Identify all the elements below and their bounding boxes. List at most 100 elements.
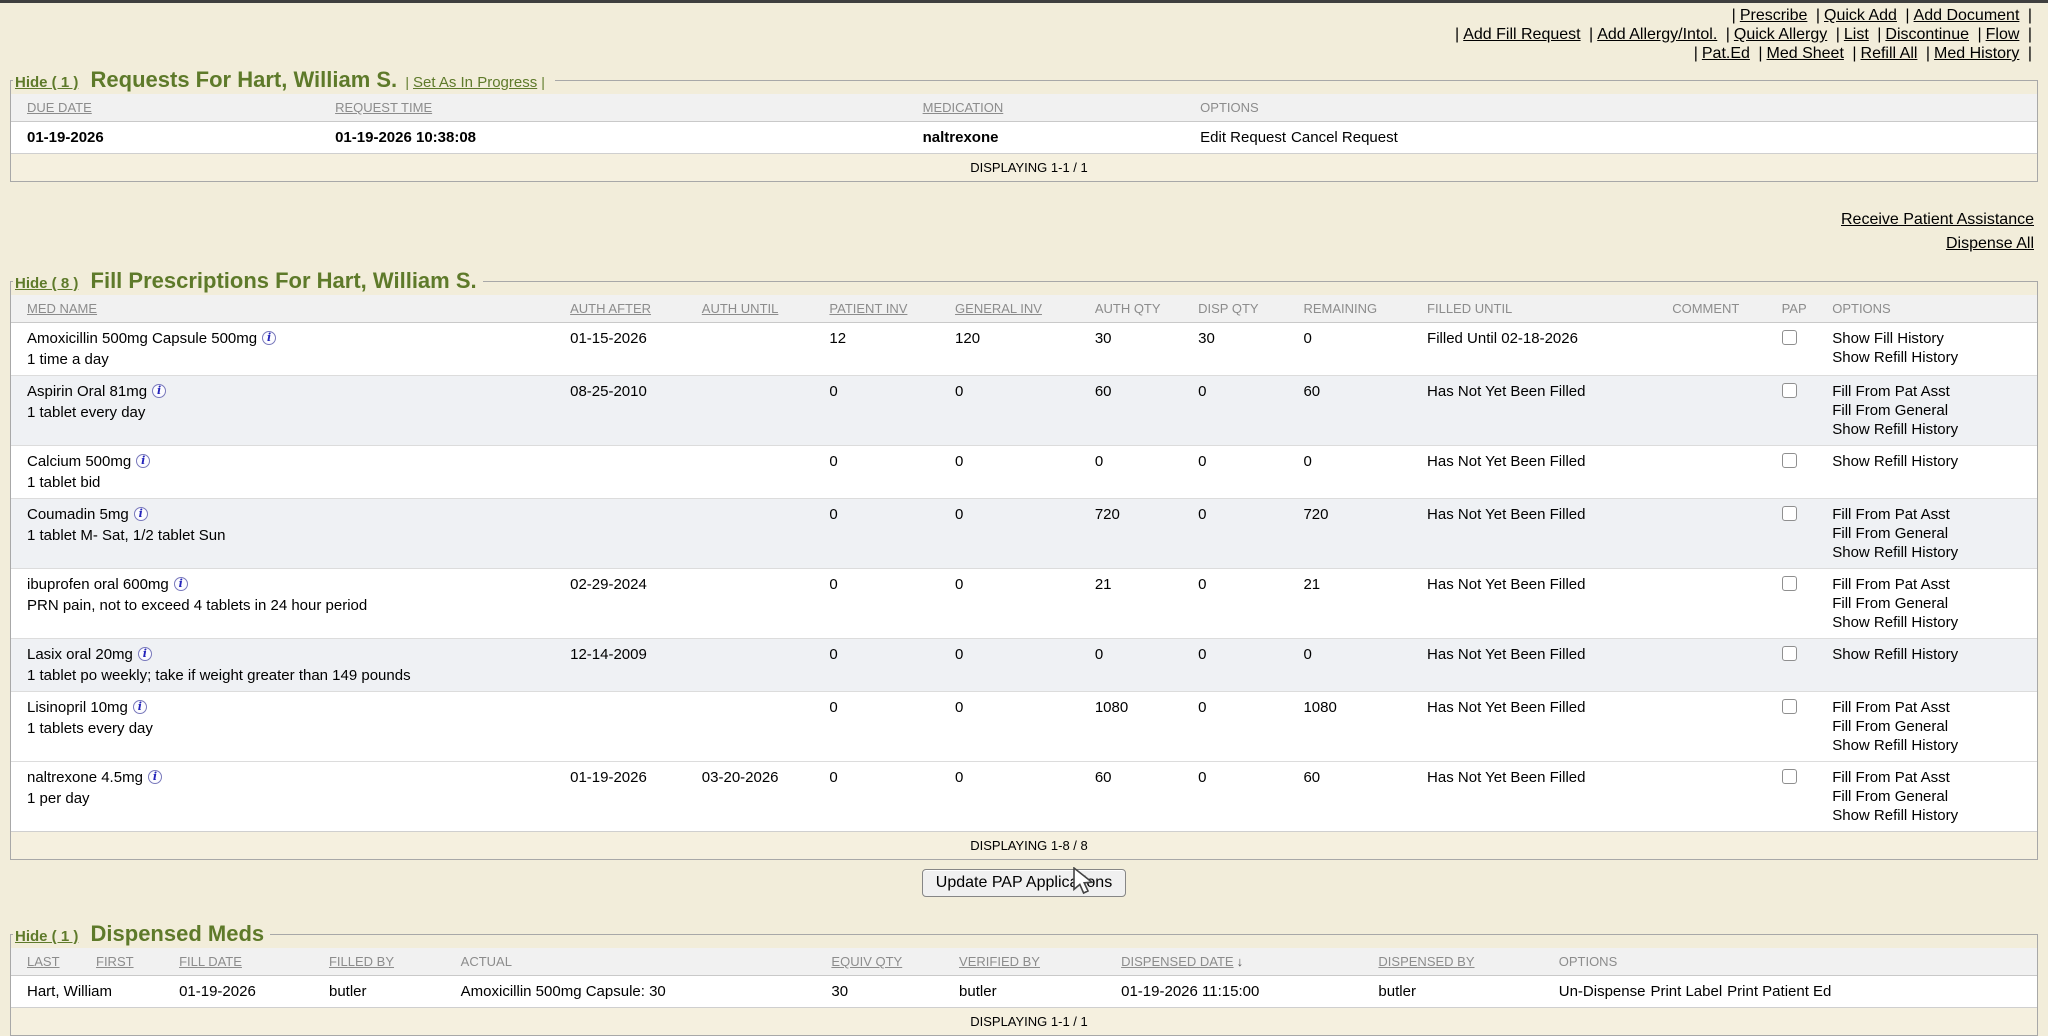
nav-link-med-history[interactable]: Med History (1934, 45, 2019, 62)
dispensed-hide-link[interactable]: Hide ( 1 ) (15, 928, 78, 945)
edit-request-link[interactable]: Edit Request (1200, 129, 1286, 146)
patient-inv: 0 (823, 569, 949, 639)
nav-link-med-sheet[interactable]: Med Sheet (1767, 45, 1844, 62)
un-dispense-link[interactable]: Un-Dispense (1559, 983, 1646, 1000)
info-icon[interactable]: i (148, 770, 162, 784)
options-cell: Fill From Pat Asst Fill From General Sho… (1826, 692, 2037, 762)
print-label-link[interactable]: Print Label (1650, 983, 1722, 1000)
fill-from-general-link[interactable]: Fill From General (1832, 525, 1948, 542)
col-header-auth-after[interactable]: AUTH AFTER (564, 295, 696, 323)
nav-link-quick-allergy[interactable]: Quick Allergy (1734, 26, 1827, 43)
col-header-general-inv[interactable]: GENERAL INV (949, 295, 1089, 323)
med-name: Coumadin 5mg (27, 506, 129, 523)
show-fill-history-link[interactable]: Show Fill History (1832, 330, 1944, 347)
mouse-cursor (1072, 867, 1098, 895)
info-icon[interactable]: i (262, 331, 276, 345)
fill-row-lasix: Lasix oral 20mgi 1 tablet po weekly; tak… (11, 639, 2037, 692)
fill-from-general-link[interactable]: Fill From General (1832, 718, 1948, 735)
cancel-request-link[interactable]: Cancel Request (1291, 129, 1398, 146)
patient-inv: 0 (823, 446, 949, 499)
pap-checkbox[interactable] (1782, 769, 1797, 784)
pap-checkbox[interactable] (1782, 453, 1797, 468)
nav-link-add-document[interactable]: Add Document (1914, 7, 2020, 24)
nav-link-discontinue[interactable]: Discontinue (1885, 26, 1969, 43)
info-icon[interactable]: i (174, 577, 188, 591)
pap-checkbox[interactable] (1782, 646, 1797, 661)
fill-from-pat-asst-link[interactable]: Fill From Pat Asst (1832, 576, 1950, 593)
nav-link-list[interactable]: List (1844, 26, 1869, 43)
nav-link-add-fill-request[interactable]: Add Fill Request (1463, 26, 1580, 43)
col-header-last[interactable]: LAST (11, 948, 90, 976)
show-refill-history-link[interactable]: Show Refill History (1832, 349, 1958, 366)
fill-from-pat-asst-link[interactable]: Fill From Pat Asst (1832, 383, 1950, 400)
fills-hide-link[interactable]: Hide ( 8 ) (15, 275, 78, 292)
col-header-dispensed-by[interactable]: DISPENSED BY (1372, 948, 1552, 976)
fills-section-title: Fill Prescriptions For Hart, William S. (91, 268, 477, 293)
fill-from-pat-asst-link[interactable]: Fill From Pat Asst (1832, 699, 1950, 716)
col-header-med-name[interactable]: MED NAME (11, 295, 564, 323)
info-icon[interactable]: i (134, 507, 148, 521)
nav-link-refill-all[interactable]: Refill All (1861, 45, 1918, 62)
fill-from-general-link[interactable]: Fill From General (1832, 788, 1948, 805)
col-header-filled-by[interactable]: FILLED BY (323, 948, 455, 976)
fill-from-pat-asst-link[interactable]: Fill From Pat Asst (1832, 769, 1950, 786)
show-refill-history-link[interactable]: Show Refill History (1832, 453, 1958, 470)
pap-checkbox[interactable] (1782, 576, 1797, 591)
col-header-fill-date[interactable]: FILL DATE (173, 948, 323, 976)
dispense-all-link[interactable]: Dispense All (14, 232, 2034, 256)
pap-checkbox[interactable] (1782, 383, 1797, 398)
set-as-in-progress-link[interactable]: Set As In Progress (413, 74, 537, 91)
fill-from-general-link[interactable]: Fill From General (1832, 402, 1948, 419)
col-header-auth-until[interactable]: AUTH UNTIL (696, 295, 824, 323)
nav-link-add-allergy-intol[interactable]: Add Allergy/Intol. (1597, 26, 1717, 43)
info-icon[interactable]: i (138, 647, 152, 661)
col-header-dispensed-date[interactable]: DISPENSED DATE↓ (1115, 948, 1372, 976)
auth-qty: 30 (1089, 323, 1192, 376)
options-cell: Fill From Pat Asst Fill From General Sho… (1826, 499, 2037, 569)
col-header-first[interactable]: FIRST (90, 948, 173, 976)
auth-until (696, 446, 824, 499)
col-header-patient-inv[interactable]: PATIENT INV (823, 295, 949, 323)
general-inv: 0 (949, 569, 1089, 639)
col-header-medication[interactable]: MEDICATION (917, 94, 1195, 122)
col-header-request-time[interactable]: REQUEST TIME (329, 94, 917, 122)
remaining: 720 (1297, 499, 1421, 569)
pipe-separator: | (1726, 26, 1730, 43)
nav-link-prescribe[interactable]: Prescribe (1740, 7, 1808, 24)
show-refill-history-link[interactable]: Show Refill History (1832, 614, 1958, 631)
info-icon[interactable]: i (136, 454, 150, 468)
col-header-verified-by[interactable]: VERIFIED BY (953, 948, 1115, 976)
col-header-options: OPTIONS (1826, 295, 2037, 323)
show-refill-history-link[interactable]: Show Refill History (1832, 646, 1958, 663)
dispensed-last: Hart, William (11, 976, 90, 1008)
print-patient-ed-link[interactable]: Print Patient Ed (1727, 983, 1831, 1000)
col-header-due-date[interactable]: DUE DATE (11, 94, 329, 122)
med-cell: Amoxicillin 500mg Capsule 500mgi 1 time … (11, 323, 564, 376)
remaining: 60 (1297, 376, 1421, 446)
fill-from-pat-asst-link[interactable]: Fill From Pat Asst (1832, 506, 1950, 523)
show-refill-history-link[interactable]: Show Refill History (1832, 807, 1958, 824)
info-icon[interactable]: i (152, 384, 166, 398)
requests-section: Hide ( 1 ) Requests For Hart, William S.… (10, 67, 2038, 182)
col-header-equiv-qty[interactable]: EQUIV QTY (825, 948, 953, 976)
dispensed-equiv-qty: 30 (825, 976, 953, 1008)
pap-checkbox[interactable] (1782, 330, 1797, 345)
nav-link-flow[interactable]: Flow (1986, 26, 2020, 43)
pipe-separator: | (1589, 26, 1593, 43)
pap-checkbox[interactable] (1782, 699, 1797, 714)
nav-link-quick-add[interactable]: Quick Add (1824, 7, 1897, 24)
filled-until: Filled Until 02-18-2026 (1421, 323, 1666, 376)
receive-patient-assistance-link[interactable]: Receive Patient Assistance (14, 208, 2034, 232)
show-refill-history-link[interactable]: Show Refill History (1832, 737, 1958, 754)
med-cell: Lasix oral 20mgi 1 tablet po weekly; tak… (11, 639, 564, 692)
filled-until: Has Not Yet Been Filled (1421, 569, 1666, 639)
nav-link-pat-ed[interactable]: Pat.Ed (1702, 45, 1750, 62)
requests-paging-status: DISPLAYING 1-1 / 1 (11, 154, 2037, 182)
show-refill-history-link[interactable]: Show Refill History (1832, 421, 1958, 438)
show-refill-history-link[interactable]: Show Refill History (1832, 544, 1958, 561)
pap-checkbox[interactable] (1782, 506, 1797, 521)
col-header-filled-until: FILLED UNTIL (1421, 295, 1666, 323)
info-icon[interactable]: i (133, 700, 147, 714)
requests-hide-link[interactable]: Hide ( 1 ) (15, 74, 78, 91)
fill-from-general-link[interactable]: Fill From General (1832, 595, 1948, 612)
